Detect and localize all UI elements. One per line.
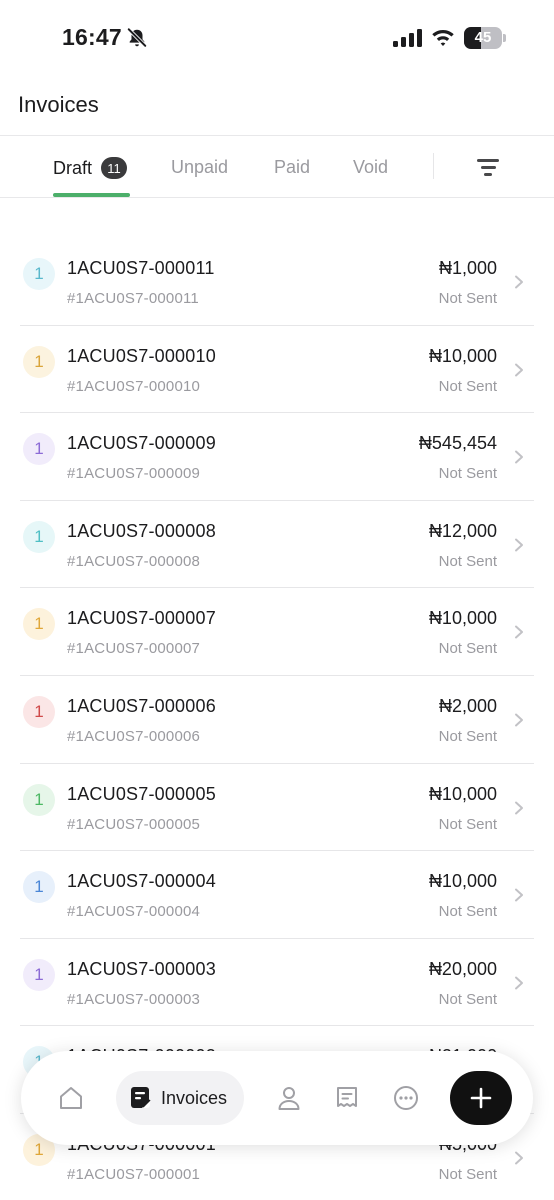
status-bar: 16:47 45 — [0, 0, 554, 74]
invoice-title: 1ACU0S7-000005 — [67, 783, 216, 804]
chevron-right-icon — [515, 713, 523, 727]
tabs-divider — [0, 197, 554, 198]
bottom-nav: Invoices — [21, 1051, 533, 1145]
nav-invoices-label: Invoices — [161, 1087, 228, 1108]
invoice-title: 1ACU0S7-000006 — [67, 695, 216, 716]
invoice-status: Not Sent — [438, 465, 497, 483]
invoice-amount: ₦20,000 — [428, 958, 497, 979]
invoice-title: 1ACU0S7-000010 — [67, 345, 216, 366]
draft-count-badge: 11 — [101, 157, 128, 179]
chevron-right-icon — [515, 275, 523, 289]
invoice-reference: #1ACU0S7-000006 — [67, 727, 201, 745]
invoice-avatar: 1 — [23, 433, 55, 466]
invoice-amount: ₦12,000 — [428, 520, 497, 541]
plus-icon — [470, 1087, 492, 1109]
create-invoice-button[interactable] — [450, 1071, 512, 1125]
tab-unpaid[interactable]: Unpaid — [171, 157, 228, 178]
invoice-status: Not Sent — [438, 377, 497, 395]
chevron-right-icon — [515, 625, 523, 639]
invoice-title: 1ACU0S7-000007 — [67, 608, 216, 629]
invoice-tabs: Draft 11 Unpaid Paid Void — [0, 137, 554, 197]
tab-paid[interactable]: Paid — [274, 157, 310, 178]
invoice-status: Not Sent — [438, 727, 497, 745]
header-divider — [0, 135, 554, 136]
invoice-status: Not Sent — [438, 990, 497, 1008]
invoice-status: Not Sent — [438, 552, 497, 570]
chevron-right-icon — [515, 538, 523, 552]
invoice-reference: #1ACU0S7-000003 — [67, 990, 201, 1008]
invoice-row[interactable]: 1 1ACU0S7-000011 #1ACU0S7-000011 ₦1,000 Not … — [0, 238, 554, 326]
bell-off-icon — [127, 27, 147, 48]
invoices-icon — [131, 1087, 151, 1108]
invoice-reference: #1ACU0S7-000010 — [67, 377, 201, 395]
invoice-reference: #1ACU0S7-000001 — [67, 1165, 201, 1183]
chevron-right-icon — [515, 801, 523, 815]
invoice-reference: #1ACU0S7-000007 — [67, 640, 201, 658]
invoice-avatar: 1 — [23, 871, 55, 904]
page-title: Invoices — [18, 92, 99, 117]
invoice-title: 1ACU0S7-000004 — [67, 871, 216, 892]
invoice-amount: ₦10,000 — [428, 871, 497, 892]
invoice-avatar: 1 — [23, 520, 55, 553]
invoice-amount: ₦10,000 — [428, 345, 497, 366]
invoice-amount: ₦10,000 — [428, 608, 497, 629]
nav-invoices[interactable]: Invoices — [116, 1071, 244, 1125]
invoice-amount: ₦2,000 — [438, 695, 497, 716]
invoice-status: Not Sent — [438, 290, 497, 307]
tab-draft-label: Draft — [53, 157, 93, 178]
invoice-amount: ₦545,454 — [418, 433, 497, 454]
invoice-row[interactable]: 1 1ACU0S7-000010 #1ACU0S7-000010 ₦10,000 Not… — [0, 326, 554, 414]
tab-void[interactable]: Void — [353, 157, 388, 178]
customer-icon[interactable] — [275, 1084, 303, 1112]
invoice-row[interactable]: 1 1ACU0S7-000004 #1ACU0S7-000004 ₦10,000 Not… — [0, 851, 554, 939]
invoice-avatar: 1 — [23, 958, 55, 991]
signal-icon — [393, 29, 422, 47]
receipt-icon[interactable] — [333, 1084, 361, 1112]
invoice-row[interactable]: 1 1ACU0S7-000006 #1ACU0S7-000006 ₦2,000 Not … — [0, 676, 554, 764]
invoice-status: Not Sent — [438, 640, 497, 658]
wifi-icon — [432, 30, 454, 46]
invoice-title: 1ACU0S7-000009 — [67, 433, 216, 454]
tab-paid-label: Paid — [274, 157, 311, 177]
invoice-reference: #1ACU0S7-000008 — [67, 552, 201, 570]
tab-draft[interactable]: Draft 11 — [53, 157, 128, 179]
invoice-row[interactable]: 1 1ACU0S7-000003 #1ACU0S7-000003 ₦20,000 Not… — [0, 939, 554, 1027]
invoice-amount: ₦1,000 — [438, 258, 497, 278]
invoice-title: 1ACU0S7-000011 — [67, 258, 215, 278]
invoice-amount: ₦10,000 — [428, 783, 497, 804]
invoice-title: 1ACU0S7-000003 — [67, 958, 216, 979]
invoice-avatar: 1 — [23, 608, 55, 641]
chevron-right-icon — [515, 1151, 523, 1165]
status-time: 16:47 — [62, 24, 122, 50]
chevron-right-icon — [515, 888, 523, 902]
tab-divider — [433, 153, 434, 179]
filter-button[interactable] — [474, 155, 502, 179]
invoice-status: Not Sent — [438, 903, 497, 921]
invoice-row[interactable]: 1 1ACU0S7-000005 #1ACU0S7-000005 ₦10,000 Not… — [0, 764, 554, 852]
filter-icon — [477, 158, 499, 162]
invoice-status: Not Sent — [438, 815, 497, 833]
tab-void-label: Void — [353, 157, 389, 177]
invoice-avatar: 1 — [23, 695, 55, 728]
invoice-reference: #1ACU0S7-000009 — [67, 465, 201, 483]
invoice-row[interactable]: 1 1ACU0S7-000009 #1ACU0S7-000009 ₦545,454 No… — [0, 413, 554, 501]
tab-unpaid-label: Unpaid — [171, 157, 229, 177]
invoice-row[interactable]: 1 1ACU0S7-000008 #1ACU0S7-000008 ₦12,000 Not… — [0, 501, 554, 589]
battery-level: 45 — [474, 29, 492, 46]
invoice-reference: #1ACU0S7-000004 — [67, 903, 201, 921]
invoice-row[interactable]: 1 1ACU0S7-000007 #1ACU0S7-000007 ₦10,000 Not… — [0, 588, 554, 676]
chevron-right-icon — [515, 363, 523, 377]
invoice-avatar: 1 — [23, 345, 55, 378]
invoice-avatar: 1 — [23, 783, 55, 816]
more-icon[interactable] — [392, 1084, 420, 1112]
invoice-avatar: 1 — [23, 258, 55, 290]
battery-indicator: 45 — [464, 27, 506, 49]
chevron-right-icon — [515, 976, 523, 990]
invoice-title: 1ACU0S7-000008 — [67, 520, 216, 541]
chevron-right-icon — [515, 450, 523, 464]
invoice-status: Not Sent — [438, 1165, 497, 1183]
home-icon[interactable] — [57, 1084, 85, 1112]
invoice-reference: #1ACU0S7-000011 — [67, 290, 199, 307]
invoice-reference: #1ACU0S7-000005 — [67, 815, 201, 833]
